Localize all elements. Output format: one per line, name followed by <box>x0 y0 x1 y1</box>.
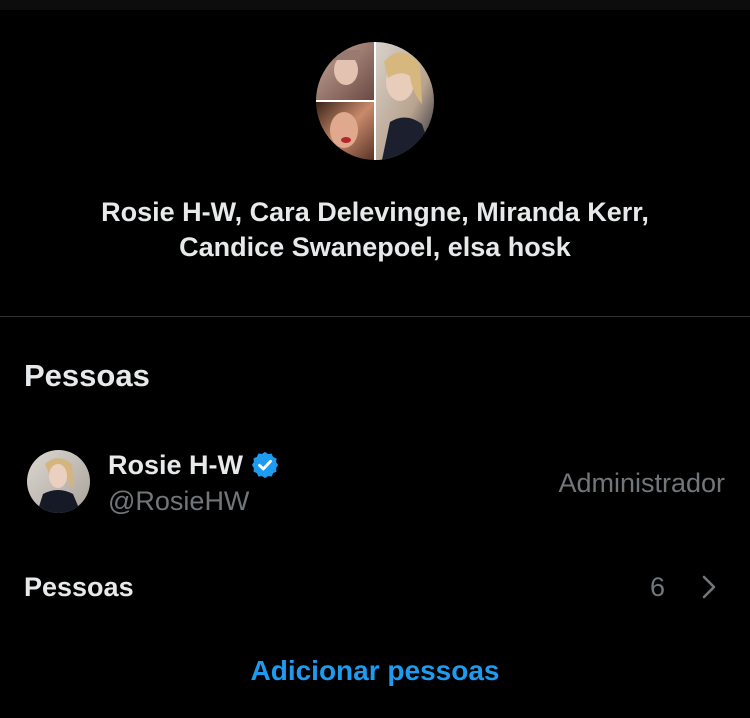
group-name-line-1: Rosie H-W, Cara Delevingne, Miranda Kerr… <box>101 197 649 227</box>
member-role: Administrador <box>558 468 725 498</box>
group-avatar[interactable] <box>316 42 434 160</box>
chevron-right-icon <box>702 575 716 599</box>
profile-photo-image <box>27 450 90 513</box>
top-strip <box>0 0 750 10</box>
member-name-line: Rosie H-W <box>108 448 280 482</box>
group-name: Rosie H-W, Cara Delevingne, Miranda Kerr… <box>0 195 750 265</box>
add-people-button[interactable]: Adicionar pessoas <box>0 653 750 689</box>
verified-badge-icon <box>251 451 279 479</box>
avatar[interactable] <box>27 450 90 513</box>
people-section-title: Pessoas <box>24 358 150 393</box>
member-name: Rosie H-W <box>108 450 243 480</box>
section-divider <box>0 316 750 317</box>
people-count-row[interactable]: Pessoas 6 <box>0 560 750 614</box>
group-name-line-2: Candice Swanepoel, elsa hosk <box>179 232 571 262</box>
people-row-label: Pessoas <box>24 572 134 602</box>
group-avatar-collage-image <box>316 42 434 160</box>
member-row[interactable]: Rosie H-W @RosieHW Administrador <box>0 440 750 530</box>
member-handle: @RosieHW <box>108 486 250 516</box>
people-count: 6 <box>649 572 665 602</box>
